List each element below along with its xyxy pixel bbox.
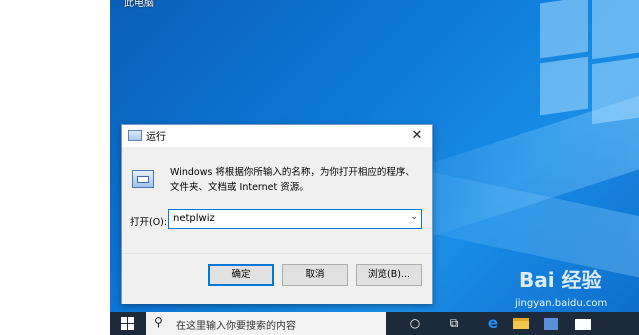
search-icon: ⚲ [154, 315, 163, 329]
browse-button[interactable]: 浏览(B)... [356, 264, 422, 286]
edge-browser-icon[interactable]: e [483, 314, 503, 333]
windows-logo-wallpaper [540, 0, 639, 125]
ok-button[interactable]: 确定 [208, 264, 274, 286]
baidu-logo: Bai 经验 [519, 268, 602, 292]
chevron-down-icon[interactable]: ⌄ [410, 212, 418, 222]
search-placeholder: 在这里输入你要搜索的内容 [176, 321, 296, 332]
run-app-icon [128, 130, 142, 141]
dialog-description: Windows 将根据你所输入的名称，为你打开相应的程序、文件夹、文档或 Int… [170, 167, 415, 193]
dialog-titlebar[interactable]: 运行 ✕ [122, 125, 432, 147]
run-program-icon [132, 170, 154, 188]
command-input[interactable]: netplwiz [173, 213, 215, 224]
left-blank-area [0, 0, 110, 335]
open-label: 打开(O): [130, 217, 168, 228]
close-button[interactable]: ✕ [408, 127, 426, 145]
command-combobox[interactable]: netplwiz ⌄ [168, 209, 422, 229]
dialog-title: 运行 [146, 132, 166, 143]
start-button[interactable] [110, 312, 144, 335]
desktop-icon-label[interactable]: 此电脑 [124, 0, 154, 9]
taskbar-search-box[interactable]: ⚲ 在这里输入你要搜索的内容 [146, 312, 386, 335]
baidu-watermark: Bai 经验 jingyan.baidu.com [515, 260, 635, 320]
task-view-icon[interactable]: ⧉ [444, 314, 464, 333]
cancel-button[interactable]: 取消 [282, 264, 348, 286]
cortana-icon[interactable]: ○ [405, 314, 425, 333]
watermark-url: jingyan.baidu.com [515, 298, 608, 309]
run-dialog: 运行 ✕ Windows 将根据你所输入的名称，为你打开相应的程序、文件夹、文档… [121, 124, 433, 304]
